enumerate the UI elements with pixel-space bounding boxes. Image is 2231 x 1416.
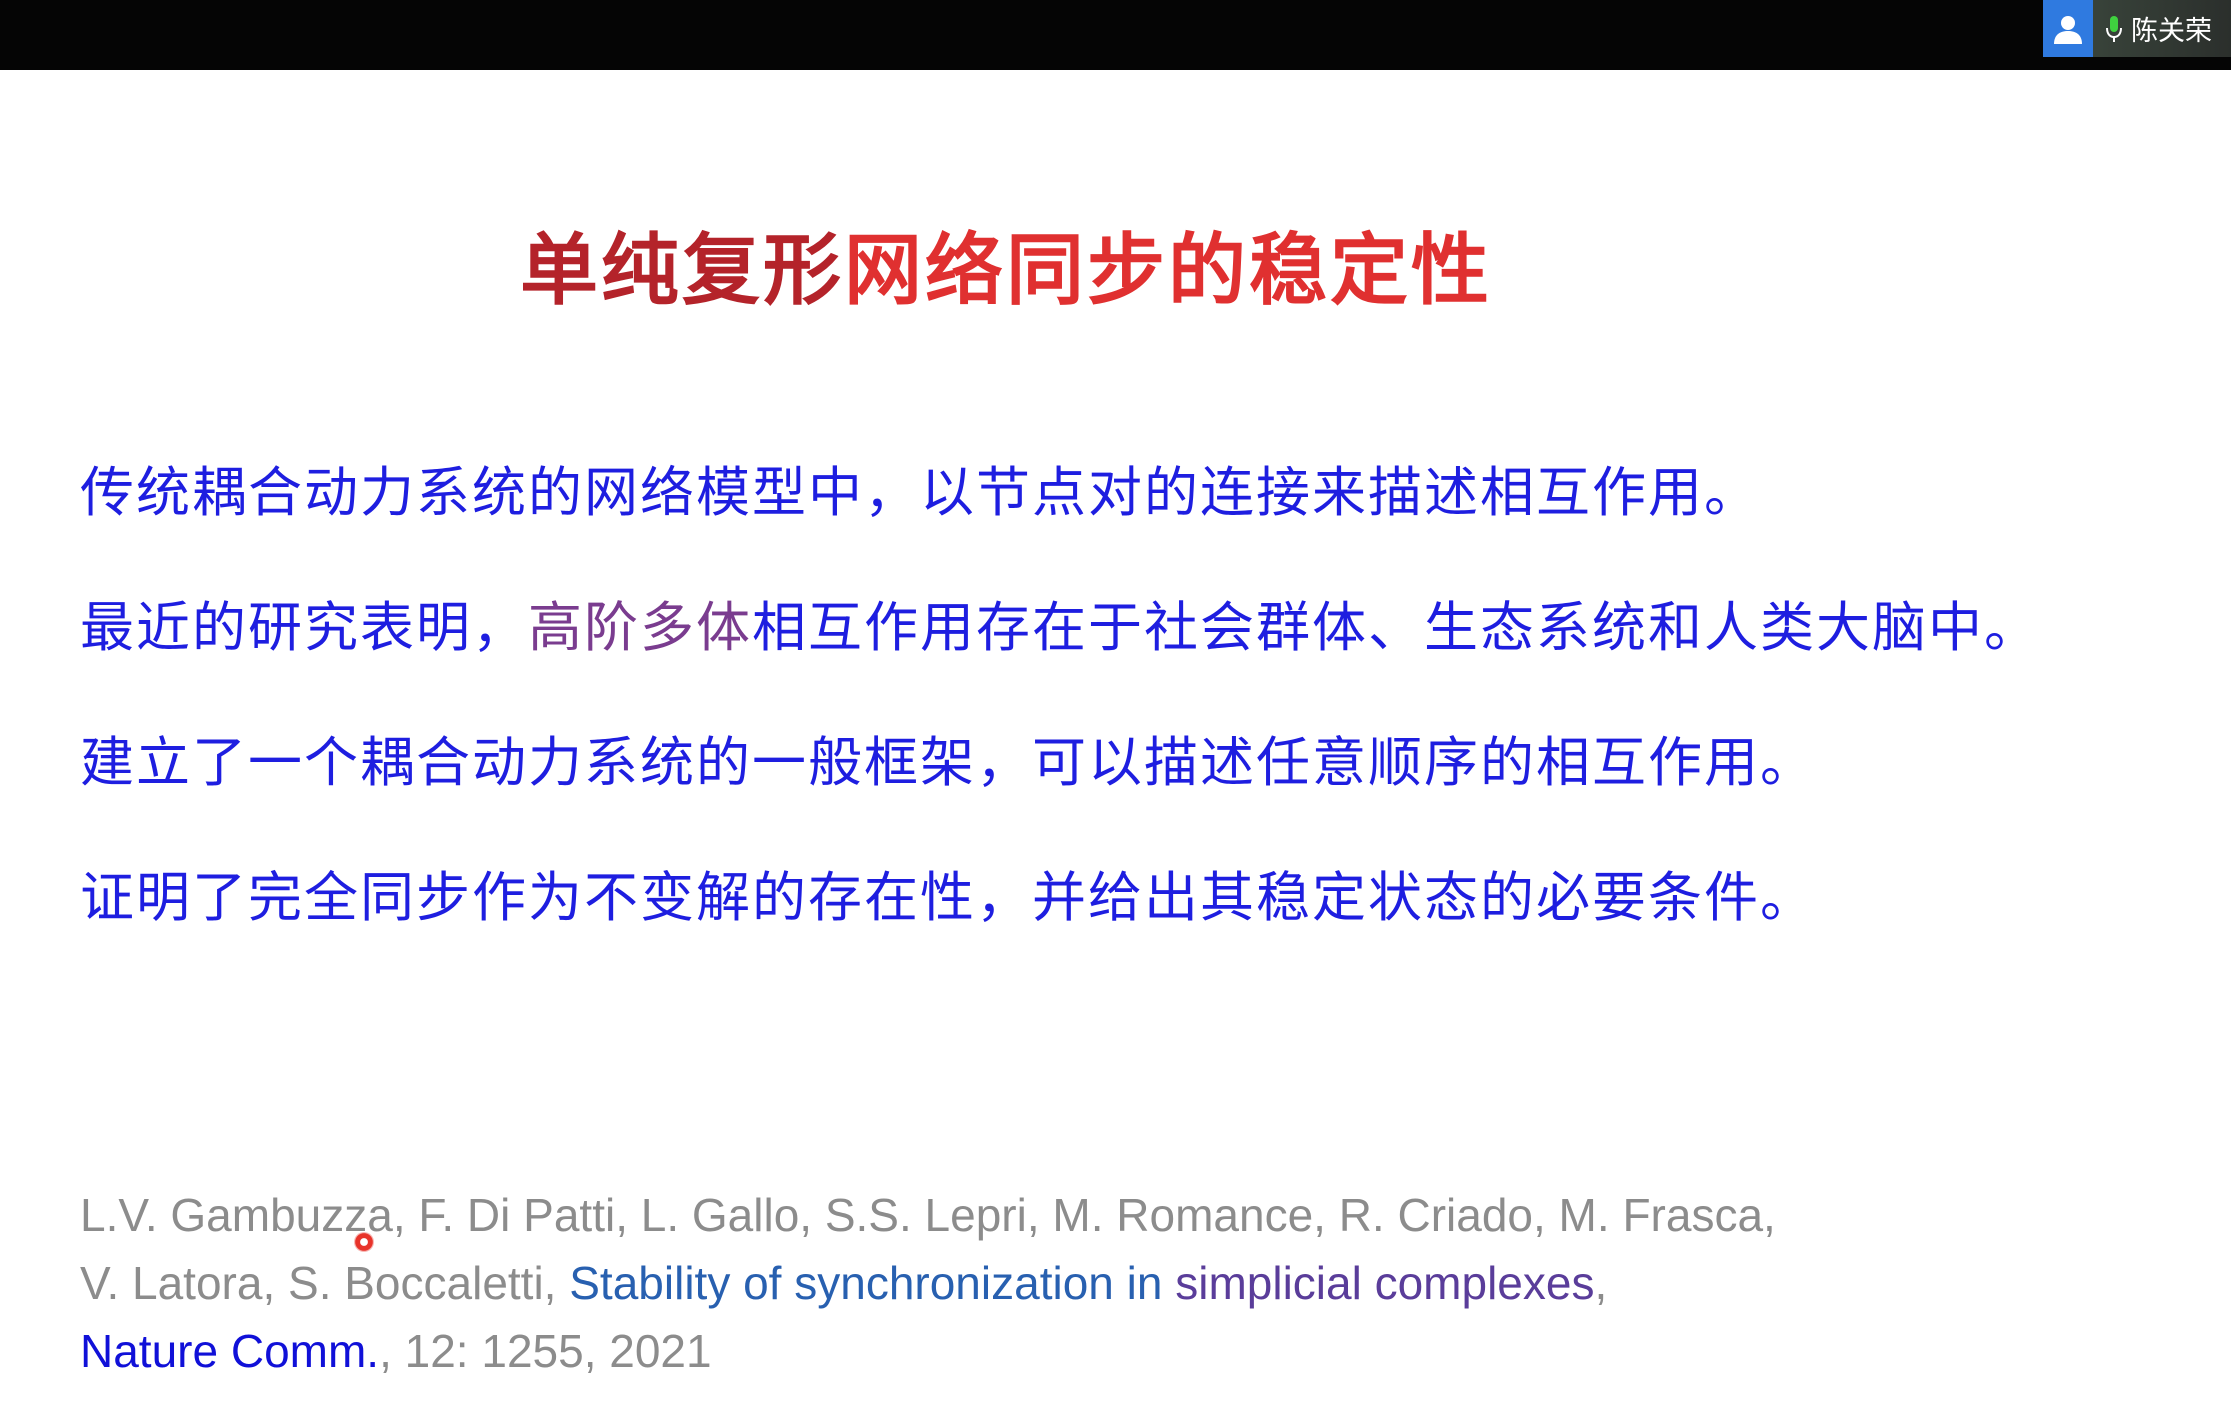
slide-title-part2: 网络同步的稳定性 [844, 226, 1493, 316]
reference-title-link-b[interactable]: simplicial complexes [1175, 1257, 1594, 1309]
slide-bullet-2: 最近的研究表明，高阶多体相互作用存在于社会群体、生态系统和人类大脑中。 [80, 583, 2040, 662]
meeting-top-bar: 陈关荣 [0, 0, 2231, 70]
slide-bullet-2-before: 最近的研究表明， [80, 596, 528, 659]
slide-title: 单纯复形网络同步的稳定性 [520, 208, 1492, 320]
slide-bullet-1: 传统耦合动力系统的网络模型中，以节点对的连接来描述相互作用。 [80, 461, 1760, 524]
slide-title-part1: 单纯复形 [520, 226, 845, 316]
slide-bullet-2-highlight: 高阶多体 [528, 596, 752, 659]
slide-bullet-4: 证明了完全同步作为不变解的存在性，并给出其稳定状态的必要条件。 [80, 866, 1816, 929]
reference-line-1: L.V. Gambuzza, F. Di Patti, L. Gallo, S.… [80, 1189, 1776, 1241]
user-icon [2043, 0, 2093, 57]
reference-journal-details: , 12: 1255, 2021 [379, 1325, 712, 1377]
reference-line-3: Nature Comm., 12: 1255, 2021 [80, 1324, 712, 1378]
participant-tile[interactable]: 陈关荣 [2043, 0, 2231, 57]
reference-title-link-a[interactable]: Stability of synchronization in [569, 1257, 1175, 1309]
reference-line-2: V. Latora, S. Boccaletti, Stability of s… [80, 1256, 1607, 1310]
slide-bullet-2-after: 相互作用存在于社会群体、生态系统和人类大脑中。 [752, 596, 2040, 659]
microphone-icon[interactable] [2105, 14, 2123, 44]
reference-journal-link[interactable]: Nature Comm. [80, 1325, 379, 1377]
reference-comma: , [1594, 1257, 1608, 1309]
laser-pointer-icon [354, 1232, 374, 1252]
slide-bullet-3: 建立了一个耦合动力系统的一般框架，可以描述任意顺序的相互作用。 [80, 731, 1816, 794]
reference-authors: V. Latora, S. Boccaletti, [80, 1257, 570, 1309]
participant-name: 陈关荣 [2131, 16, 2212, 47]
